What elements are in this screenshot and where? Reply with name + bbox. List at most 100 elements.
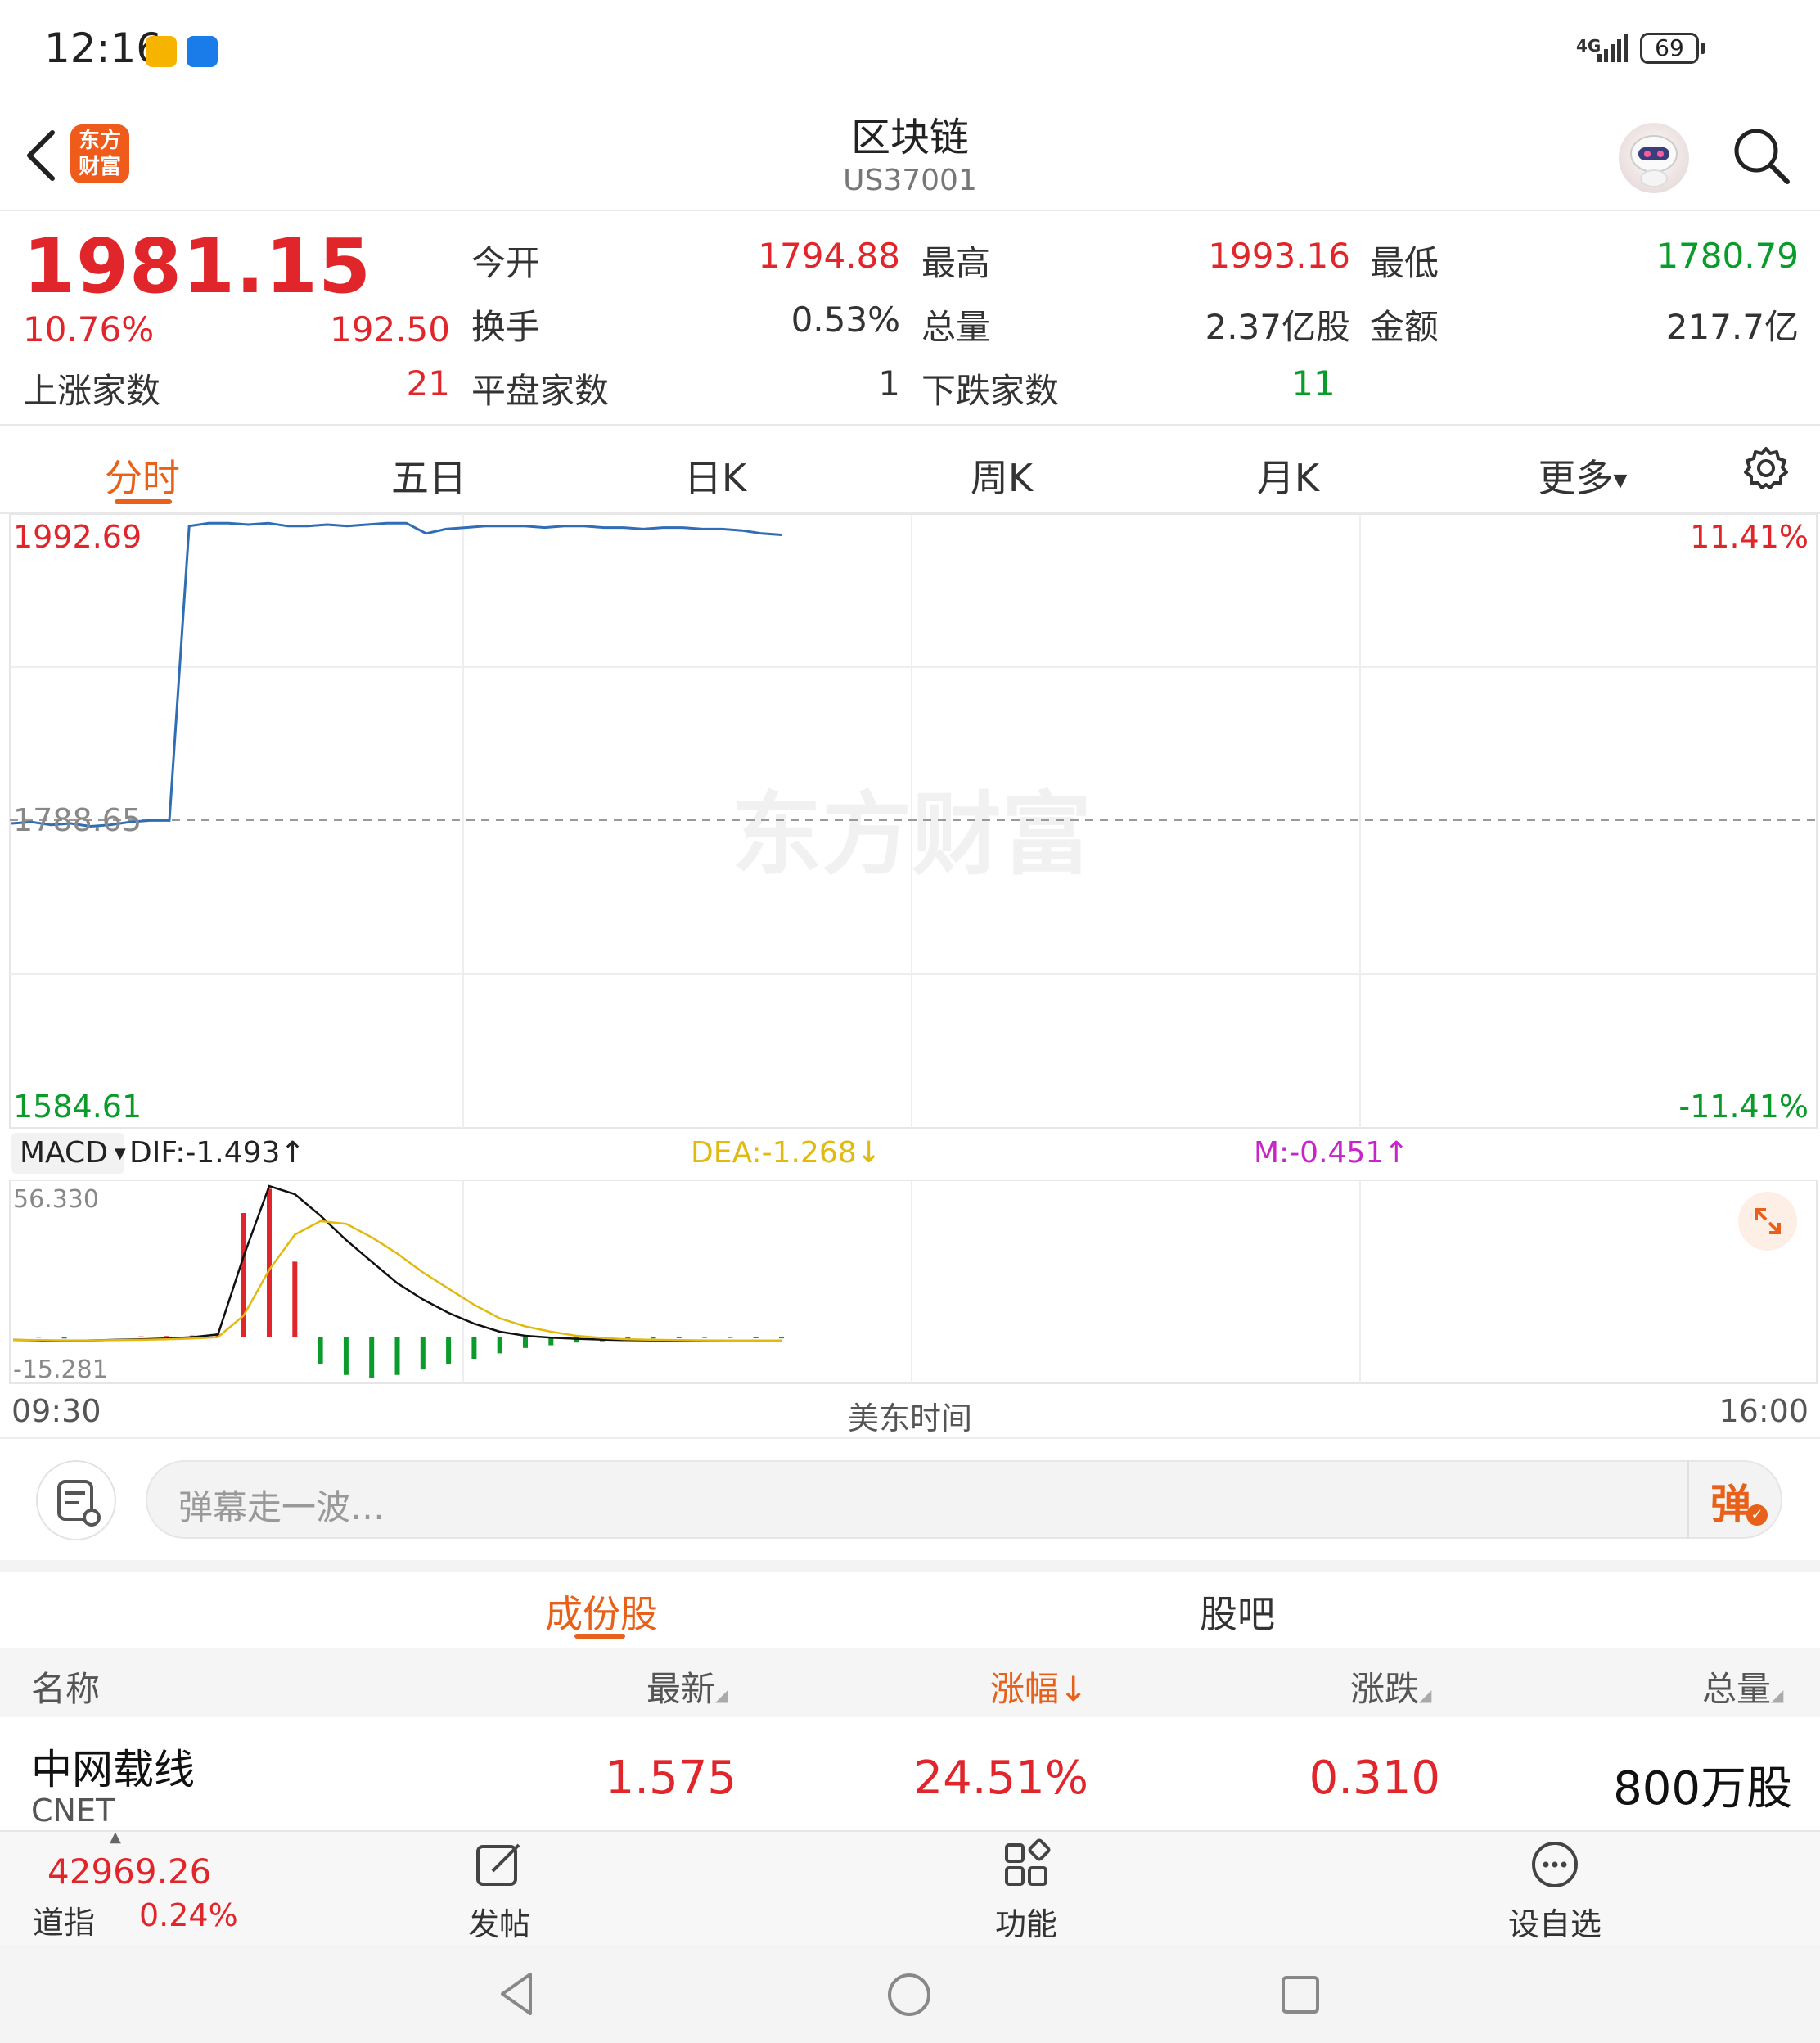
stock-latest: 1.575 — [605, 1752, 737, 1805]
sort-icon: ◢ — [715, 1685, 728, 1705]
tab-more[interactable]: 更多▼ — [1501, 449, 1665, 503]
active-subtab-indicator — [574, 1634, 625, 1639]
up-count-label: 上涨家数 — [23, 371, 161, 411]
assistant-avatar[interactable] — [1619, 123, 1689, 193]
open-label: 今开 — [471, 243, 541, 283]
col-change-pct-label: 涨幅 — [990, 1669, 1060, 1709]
macd-selector[interactable]: MACD ▼ — [11, 1133, 126, 1174]
expand-chart-button[interactable] — [1738, 1192, 1797, 1251]
volume-label: 总量 — [921, 307, 991, 347]
col-change-label: 涨跌 — [1350, 1669, 1420, 1709]
up-count-value: 21 — [406, 363, 450, 404]
macd-m: M:-0.451↑ — [1254, 1136, 1408, 1170]
col-latest-label: 最新 — [646, 1669, 716, 1709]
nav-functions-button[interactable]: 功能 — [944, 1830, 1108, 1945]
chart-settings-button[interactable] — [1743, 445, 1789, 491]
system-recents-button[interactable] — [1278, 1973, 1322, 2017]
edit-icon — [476, 1843, 520, 1886]
danmu-input[interactable] — [146, 1460, 1782, 1539]
turnover-label: 换手 — [471, 307, 541, 347]
mail-notification-icon — [146, 36, 177, 67]
col-change-pct[interactable]: 涨幅↓ — [990, 1662, 1088, 1712]
expand-icon — [1755, 1208, 1781, 1234]
tab-constituents[interactable]: 成份股 — [545, 1585, 658, 1639]
danmu-toggle-button[interactable]: 弹 ✓ — [1687, 1460, 1782, 1539]
high-value: 1993.16 — [1208, 236, 1350, 276]
nav-functions-label: 功能 — [994, 1906, 1057, 1942]
tab-daily-k[interactable]: 日K — [633, 449, 797, 503]
col-name[interactable]: 名称 — [31, 1662, 100, 1712]
index-name: 道指 — [33, 1905, 96, 1941]
caret-up-icon: ▲ — [110, 1829, 121, 1846]
macd-min: -15.281 — [13, 1355, 108, 1384]
time-zone-label: 美东时间 — [847, 1400, 972, 1436]
system-home-button[interactable] — [885, 1971, 933, 2018]
turnover-value: 0.53% — [791, 300, 900, 340]
low-label: 最低 — [1370, 243, 1439, 283]
robot-avatar-icon — [1630, 135, 1678, 187]
danmu-label: 弹 — [1710, 1481, 1751, 1528]
check-badge-icon: ✓ — [1746, 1504, 1768, 1526]
change-percent: 10.76% — [23, 309, 155, 350]
square-recents-icon — [1282, 1976, 1319, 2014]
macd-frame — [9, 1180, 1818, 1384]
chart-low-pct: -11.41% — [1678, 1089, 1809, 1125]
stock-code: CNET — [31, 1793, 115, 1829]
caret-down-icon: ▼ — [114, 1145, 126, 1162]
col-change[interactable]: 涨跌◢ — [1350, 1662, 1431, 1712]
macd-selector-label: MACD — [20, 1136, 108, 1170]
gear-icon — [1744, 447, 1788, 489]
search-icon — [1734, 129, 1790, 184]
active-tab-indicator — [115, 499, 172, 504]
volume-value: 2.37亿股 — [1205, 307, 1350, 347]
macd-max: 56.330 — [13, 1185, 99, 1214]
macd-dif: DIF:-1.493↑ — [129, 1136, 305, 1170]
sort-icon: ◢ — [1771, 1685, 1784, 1705]
table-header — [0, 1648, 1820, 1717]
system-back-button[interactable] — [494, 1969, 540, 2018]
tab-five-day[interactable]: 五日 — [347, 449, 511, 503]
grid-apps-icon — [1005, 1838, 1051, 1886]
tab-weekly-k[interactable]: 周K — [920, 449, 1083, 503]
search-button[interactable] — [1728, 123, 1794, 188]
notes-icon — [57, 1480, 101, 1527]
arrow-up-icon: ↑ — [1384, 1136, 1409, 1170]
nav-add-watchlist-button[interactable]: 设自选 — [1473, 1830, 1637, 1945]
table-row[interactable]: 中网载线 CNET 1.575 24.51% 0.310 800万股 — [0, 1717, 1820, 1830]
status-time: 12:16 — [44, 25, 163, 72]
stock-name: 中网载线 — [31, 1746, 195, 1793]
danmu-placeholder: 弹幕走一波… — [178, 1487, 385, 1527]
amount-value: 217.7亿 — [1665, 307, 1799, 347]
page-title: 区块链 — [850, 115, 969, 160]
chart-high-price: 1992.69 — [13, 519, 142, 555]
current-price: 1981.15 — [23, 223, 372, 310]
stock-volume: 800万股 — [1613, 1762, 1792, 1815]
nav-add-watchlist-label: 设自选 — [1507, 1906, 1602, 1942]
macd-chart[interactable] — [0, 1180, 1820, 1385]
battery-icon: 69 — [1640, 33, 1699, 64]
time-end: 16:00 — [1719, 1393, 1809, 1429]
signal-icon — [1596, 34, 1632, 64]
battery-level: 69 — [1655, 34, 1684, 61]
chart-high-pct: 11.41% — [1690, 519, 1809, 555]
intraday-price-chart[interactable]: 东方财富 — [0, 514, 1820, 1130]
col-latest[interactable]: 最新◢ — [646, 1662, 728, 1712]
tab-stock-forum[interactable]: 股吧 — [1200, 1585, 1275, 1639]
flat-count-label: 平盘家数 — [471, 371, 610, 411]
section-gap — [0, 1560, 1820, 1572]
tab-monthly-k[interactable]: 月K — [1206, 449, 1370, 503]
nav-post-label: 发帖 — [467, 1906, 530, 1942]
circle-home-icon — [888, 1973, 930, 2016]
arrow-down-icon: ↓ — [856, 1136, 881, 1170]
tab-intraday[interactable]: 分时 — [61, 449, 224, 503]
sort-icon: ◢ — [1419, 1685, 1432, 1705]
index-ticker[interactable]: ▲ 42969.26 道指 0.24% — [0, 1829, 270, 1945]
header-divider — [0, 210, 1820, 211]
down-count-label: 下跌家数 — [921, 371, 1060, 411]
col-volume[interactable]: 总量◢ — [1702, 1662, 1783, 1712]
nav-post-button[interactable]: 发帖 — [417, 1830, 581, 1945]
comment-list-button[interactable] — [36, 1460, 116, 1540]
col-volume-label: 总量 — [1702, 1669, 1772, 1709]
arrow-up-icon: ↑ — [280, 1136, 305, 1170]
tab-more-label: 更多 — [1538, 456, 1614, 500]
